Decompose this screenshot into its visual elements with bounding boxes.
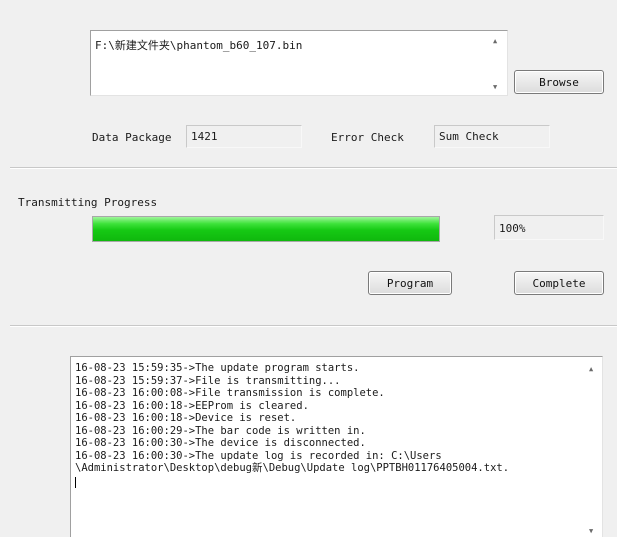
browse-button[interactable]: Browse — [514, 70, 604, 94]
log-scroll-down-icon[interactable]: ▼ — [589, 527, 593, 535]
log-text: 16-08-23 15:59:35->The update program st… — [75, 362, 509, 475]
log-line: 16-08-23 15:59:35->The update program st… — [75, 362, 360, 374]
progress-percent-field: 100% — [494, 215, 604, 240]
separator-top — [10, 167, 617, 169]
log-line: 16-08-23 16:00:18->Device is reset. — [75, 412, 297, 424]
log-line: 16-08-23 16:00:30->The update log is rec… — [75, 449, 442, 462]
data-package-label: Data Package — [92, 131, 172, 144]
log-line: 16-08-23 15:59:37->File is transmitting.… — [75, 374, 341, 387]
separator-bottom — [10, 325, 617, 327]
log-line: 16-08-23 16:00:30->The device is disconn… — [75, 437, 366, 449]
complete-button[interactable]: Complete — [514, 271, 604, 295]
scroll-up-icon[interactable]: ▲ — [493, 37, 497, 45]
log-line: 16-08-23 16:00:18->EEProm is cleared. — [75, 399, 309, 412]
progress-bar-fill — [93, 217, 439, 241]
log-line: \Administrator\Desktop\debug新\Debug\Upda… — [75, 462, 510, 474]
scroll-down-icon[interactable]: ▼ — [493, 83, 497, 91]
file-path-text: F:\新建文件夹\phantom_b60_107.bin — [95, 39, 303, 52]
progress-label: Transmitting Progress — [18, 196, 158, 209]
file-path-textarea[interactable]: F:\新建文件夹\phantom_b60_107.bin ▲ ▼ — [90, 30, 508, 96]
progress-bar — [92, 216, 440, 242]
error-check-field: Sum Check — [434, 125, 550, 148]
text-caret — [75, 477, 76, 488]
updater-window: { "file": { "path": "F:\\新建文件夹\\phantom_… — [0, 0, 617, 537]
log-scroll-up-icon[interactable]: ▲ — [589, 365, 593, 373]
error-check-label: Error Check — [331, 131, 404, 144]
log-line: 16-08-23 16:00:08->File transmission is … — [75, 387, 385, 399]
log-line: 16-08-23 16:00:29->The bar code is writt… — [75, 424, 366, 437]
log-textarea[interactable]: 16-08-23 15:59:35->The update program st… — [70, 356, 603, 537]
data-package-field: 1421 — [186, 125, 302, 148]
program-button[interactable]: Program — [368, 271, 452, 295]
